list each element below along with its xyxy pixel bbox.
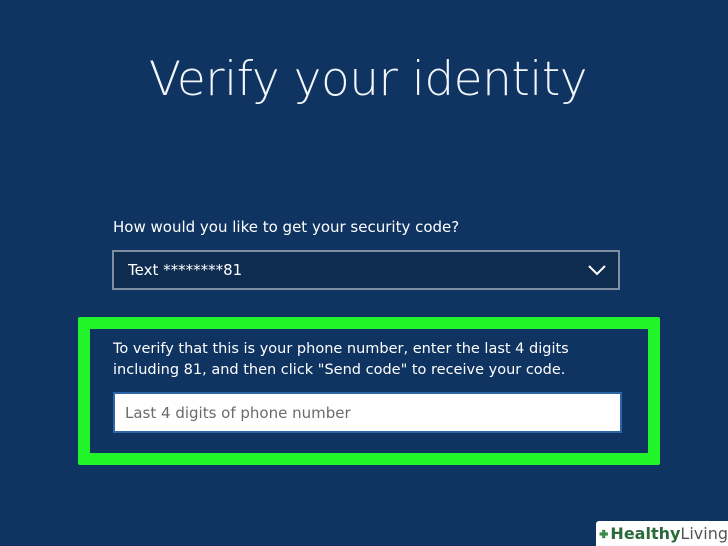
chevron-down-icon bbox=[588, 265, 606, 276]
healthy-living-watermark: Healthy Living bbox=[596, 521, 728, 546]
selected-method-value: Text ********81 bbox=[128, 261, 243, 279]
security-code-method-label: How would you like to get your security … bbox=[113, 218, 460, 236]
watermark-brand-part2: Living bbox=[680, 524, 728, 543]
security-code-method-select[interactable]: Text ********81 bbox=[112, 250, 620, 290]
last-four-digits-input[interactable] bbox=[113, 392, 622, 433]
plus-icon bbox=[599, 529, 608, 538]
watermark-brand-part1: Healthy bbox=[610, 524, 681, 543]
page-title: Verify your identity bbox=[148, 52, 588, 107]
verify-instructions: To verify that this is your phone number… bbox=[113, 341, 569, 378]
